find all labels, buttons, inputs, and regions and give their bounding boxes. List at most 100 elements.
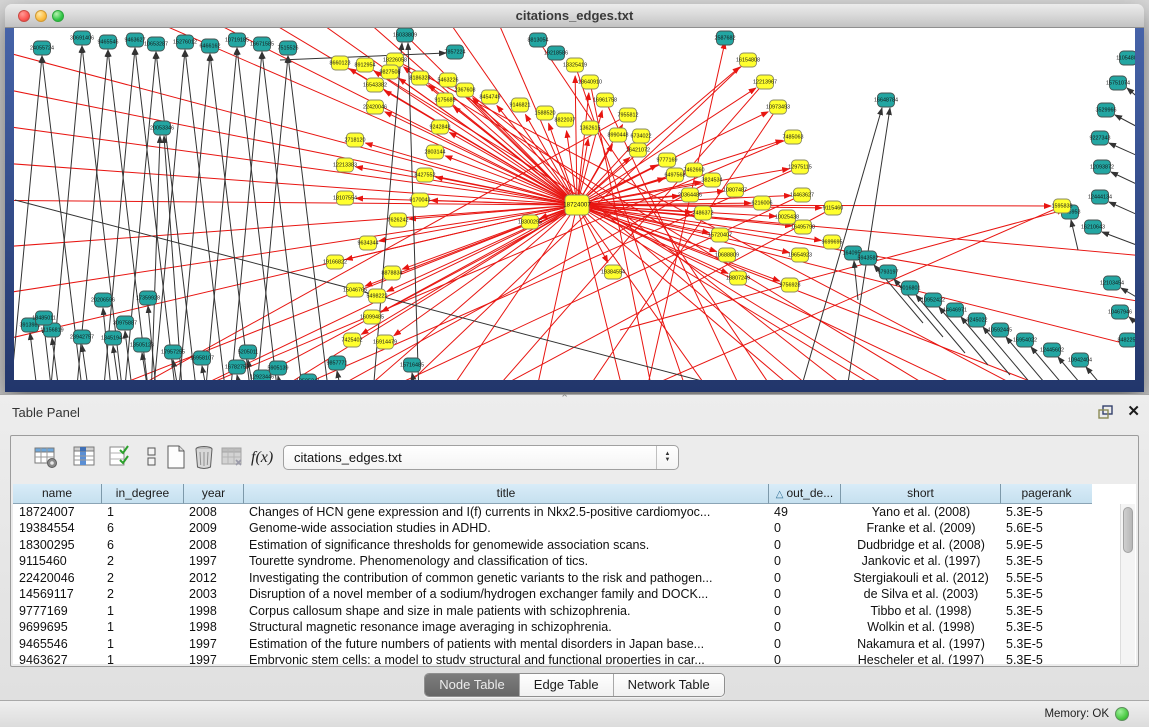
cell-year[interactable]: 2012 [183,570,243,587]
network-canvas[interactable]: 2405572430691406946554694636271065328715… [14,28,1135,380]
column-header-title[interactable]: title [243,484,768,504]
cell-name[interactable]: 18300295 [13,537,101,554]
cell-name[interactable]: 9463627 [13,652,101,664]
cell-title[interactable]: Changes of HCN gene expression and I(f) … [243,504,768,521]
table-row[interactable]: 1830029562008Estimation of significance … [13,537,1092,554]
scrollbar-thumb[interactable] [1123,507,1133,553]
cell-in_degree[interactable]: 1 [101,636,183,653]
table-body[interactable]: 1872400712008Changes of HCN gene express… [13,504,1136,664]
cell-year[interactable]: 2003 [183,586,243,603]
cell-name[interactable]: 9699695 [13,619,101,636]
cell-year[interactable]: 1997 [183,636,243,653]
cell-in_degree[interactable]: 1 [101,652,183,664]
cell-name[interactable]: 18724007 [13,504,101,521]
table-row[interactable]: 969969511998Structural magnetic resonanc… [13,619,1092,636]
cell-out_degree[interactable]: 0 [768,636,840,653]
cell-short[interactable]: Stergiakouli et al. (2012) [840,570,1000,587]
cell-out_degree[interactable]: 0 [768,553,840,570]
cell-title[interactable]: Structural magnetic resonance image aver… [243,619,768,636]
table-vertical-scrollbar[interactable] [1120,504,1135,664]
cell-year[interactable]: 2008 [183,504,243,521]
memory-status-icon[interactable] [1115,707,1129,721]
cell-pagerank[interactable]: 5.5E-5 [1000,570,1092,587]
cell-out_degree[interactable]: 0 [768,603,840,620]
cell-in_degree[interactable]: 2 [101,570,183,587]
cell-pagerank[interactable]: 5.3E-5 [1000,586,1092,603]
citation-graph[interactable]: 2405572430691406946554694636271065328715… [14,28,1135,380]
panel-resize-grip[interactable]: ⌃ [560,392,569,405]
select-columns-icon[interactable] [71,444,97,470]
cell-pagerank[interactable]: 5.3E-5 [1000,652,1092,664]
cell-in_degree[interactable]: 1 [101,619,183,636]
column-header-name[interactable]: name [13,484,101,504]
column-header-pagerank[interactable]: pagerank [1000,484,1092,504]
table-row[interactable]: 911546021997Tourette syndrome. Phenomeno… [13,553,1092,570]
cell-year[interactable]: 1998 [183,619,243,636]
cell-year[interactable]: 2008 [183,537,243,554]
cell-short[interactable]: Franke et al. (2009) [840,520,1000,537]
new-table-icon[interactable] [163,444,189,470]
cell-short[interactable]: Nakamura et al. (1997) [840,636,1000,653]
cell-short[interactable]: Jankovic et al. (1997) [840,553,1000,570]
close-panel-icon[interactable]: ✕ [1127,402,1140,420]
cell-title[interactable]: Disruption of a novel member of a sodium… [243,586,768,603]
cell-short[interactable]: Hescheler et al. (1997) [840,652,1000,664]
column-header-short[interactable]: short [840,484,1000,504]
cell-short[interactable]: Yano et al. (2008) [840,504,1000,521]
cell-name[interactable]: 9115460 [13,553,101,570]
cell-out_degree[interactable]: 0 [768,537,840,554]
column-header-year[interactable]: year [183,484,243,504]
cell-pagerank[interactable]: 5.3E-5 [1000,553,1092,570]
cell-short[interactable]: de Silva et al. (2003) [840,586,1000,603]
tab-edge-table[interactable]: Edge Table [519,674,613,696]
cell-title[interactable]: Genome-wide association studies in ADHD. [243,520,768,537]
table-row[interactable]: 2242004622012Investigating the contribut… [13,570,1092,587]
column-header-out_degree[interactable]: △out_de... [768,484,840,504]
cell-title[interactable]: Embryonic stem cells: a model to study s… [243,652,768,664]
cell-title[interactable]: Tourette syndrome. Phenomenology and cla… [243,553,768,570]
cell-pagerank[interactable]: 5.9E-5 [1000,537,1092,554]
cell-in_degree[interactable]: 2 [101,553,183,570]
float-panel-icon[interactable] [1097,404,1115,420]
cell-name[interactable]: 22420046 [13,570,101,587]
cell-short[interactable]: Tibbo et al. (1998) [840,603,1000,620]
cell-out_degree[interactable]: 0 [768,586,840,603]
tab-node-table[interactable]: Node Table [425,674,519,696]
row-height-icon[interactable] [139,444,165,470]
cell-title[interactable]: Estimation of the future numbers of pati… [243,636,768,653]
cell-short[interactable]: Wolkin et al. (1998) [840,619,1000,636]
table-row[interactable]: 1938455462009Genome-wide association stu… [13,520,1092,537]
network-window-titlebar[interactable]: citations_edges.txt [5,4,1144,28]
cell-pagerank[interactable]: 5.6E-5 [1000,520,1092,537]
cell-short[interactable]: Dudbridge et al. (2008) [840,537,1000,554]
select-rows-icon[interactable] [107,444,133,470]
cell-year[interactable]: 1997 [183,652,243,664]
cell-in_degree[interactable]: 6 [101,537,183,554]
cell-out_degree[interactable]: 0 [768,619,840,636]
cell-out_degree[interactable]: 49 [768,504,840,521]
cell-in_degree[interactable]: 2 [101,586,183,603]
function-builder-icon[interactable]: f(x) [251,449,277,475]
cell-title[interactable]: Investigating the contribution of common… [243,570,768,587]
cell-name[interactable]: 9465546 [13,636,101,653]
cell-year[interactable]: 1998 [183,603,243,620]
table-row[interactable]: 977716911998Corpus callosum shape and si… [13,603,1092,620]
cell-name[interactable]: 9777169 [13,603,101,620]
table-settings-icon[interactable] [33,444,59,470]
cell-in_degree[interactable]: 6 [101,520,183,537]
cell-pagerank[interactable]: 5.3E-5 [1000,619,1092,636]
column-header-in_degree[interactable]: in_degree [101,484,183,504]
cell-pagerank[interactable]: 5.3E-5 [1000,636,1092,653]
cell-in_degree[interactable]: 1 [101,603,183,620]
cell-title[interactable]: Corpus callosum shape and size in male p… [243,603,768,620]
cell-in_degree[interactable]: 1 [101,504,183,521]
cell-pagerank[interactable]: 5.3E-5 [1000,504,1092,521]
cell-name[interactable]: 19384554 [13,520,101,537]
tab-network-table[interactable]: Network Table [613,674,724,696]
cell-out_degree[interactable]: 0 [768,570,840,587]
table-row[interactable]: 1872400712008Changes of HCN gene express… [13,504,1092,521]
cell-year[interactable]: 2009 [183,520,243,537]
delete-table-icon[interactable] [191,444,217,470]
cell-title[interactable]: Estimation of significance thresholds fo… [243,537,768,554]
cell-year[interactable]: 1997 [183,553,243,570]
